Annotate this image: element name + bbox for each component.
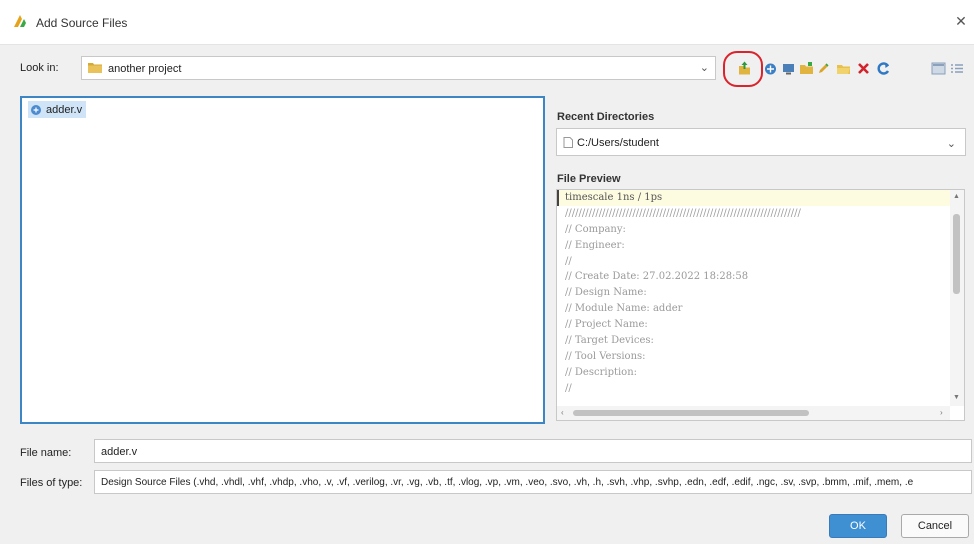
preview-line: // Target Devices:	[565, 335, 654, 347]
preview-line: // Design Name:	[565, 287, 647, 299]
dialog-title: Add Source Files	[36, 16, 128, 30]
close-icon[interactable]: ✕	[952, 12, 970, 30]
recent-directories-dropdown[interactable]: C:/Users/student ⌄	[556, 128, 966, 156]
recent-directory-value: C:/Users/student	[577, 137, 659, 149]
cancel-button[interactable]: Cancel	[901, 514, 969, 538]
look-in-value: another project	[108, 63, 182, 75]
preview-line: // Project Name:	[565, 319, 648, 331]
list-item[interactable]: adder.v	[28, 101, 87, 118]
open-folder-icon[interactable]	[835, 60, 852, 77]
preview-line: // Create Date: 27.02.2022 18:28:58	[565, 271, 749, 283]
chevron-down-icon: ⌄	[699, 62, 709, 74]
preview-line: // Module Name: adder	[565, 303, 683, 315]
file-list[interactable]: adder.v	[20, 96, 545, 424]
folder-icon	[88, 63, 102, 73]
scroll-up-icon[interactable]: ▲	[953, 193, 960, 200]
preview-line: // Description:	[565, 366, 638, 378]
file-preview-pane[interactable]: timescale 1ns / 1ps ////////////////////…	[556, 189, 965, 421]
files-of-type-label: Files of type:	[20, 477, 83, 489]
highlight-annotation	[723, 51, 763, 87]
delete-icon[interactable]	[855, 60, 872, 77]
list-view-icon[interactable]	[930, 60, 947, 77]
desktop-icon[interactable]	[780, 60, 797, 77]
look-in-dropdown[interactable]: another project ⌄	[81, 56, 716, 80]
look-in-label: Look in:	[20, 62, 59, 74]
preview-line: timescale 1ns / 1ps	[557, 190, 950, 206]
document-icon	[563, 137, 573, 148]
file-preview-heading: File Preview	[557, 173, 621, 185]
scroll-down-icon[interactable]: ▼	[953, 394, 960, 401]
chevron-down-icon: ⌄	[946, 138, 956, 150]
title-bar: Add Source Files ✕	[0, 0, 974, 45]
file-name-input[interactable]: adder.v	[94, 439, 972, 463]
vivado-app-icon	[14, 15, 26, 27]
verilog-file-icon	[31, 104, 41, 115]
preview-lines: timescale 1ns / 1ps ////////////////////…	[557, 190, 950, 397]
preview-line: // Engineer:	[565, 239, 625, 251]
file-name-value: adder.v	[101, 446, 138, 458]
file-toolbar	[729, 56, 969, 82]
new-folder-icon[interactable]	[798, 60, 815, 77]
vertical-scrollbar[interactable]: ▲ ▼	[950, 190, 964, 406]
ok-button[interactable]: OK	[829, 514, 887, 538]
recent-directories-heading: Recent Directories	[557, 111, 655, 123]
preview-line: // Company:	[565, 223, 626, 235]
scroll-right-icon[interactable]: ›	[940, 408, 943, 417]
preview-line: //	[565, 382, 572, 394]
preview-line: ////////////////////////////////////////…	[565, 207, 801, 219]
scrollbar-thumb[interactable]	[953, 214, 960, 294]
scroll-left-icon[interactable]: ‹	[561, 408, 564, 417]
details-view-icon[interactable]	[948, 60, 965, 77]
preview-line: //	[565, 255, 572, 267]
file-name-text: adder.v	[46, 103, 83, 116]
edit-icon[interactable]	[815, 60, 832, 77]
horizontal-scrollbar[interactable]: ‹ ›	[557, 406, 950, 420]
refresh-icon[interactable]	[875, 60, 892, 77]
preview-line: // Tool Versions:	[565, 350, 646, 362]
file-name-label: File name:	[20, 447, 72, 459]
location-icon[interactable]	[762, 60, 779, 77]
files-of-type-value: Design Source Files (.vhd, .vhdl, .vhf, …	[101, 477, 914, 488]
scrollbar-thumb[interactable]	[573, 410, 809, 416]
files-of-type-dropdown[interactable]: Design Source Files (.vhd, .vhdl, .vhf, …	[94, 470, 972, 494]
